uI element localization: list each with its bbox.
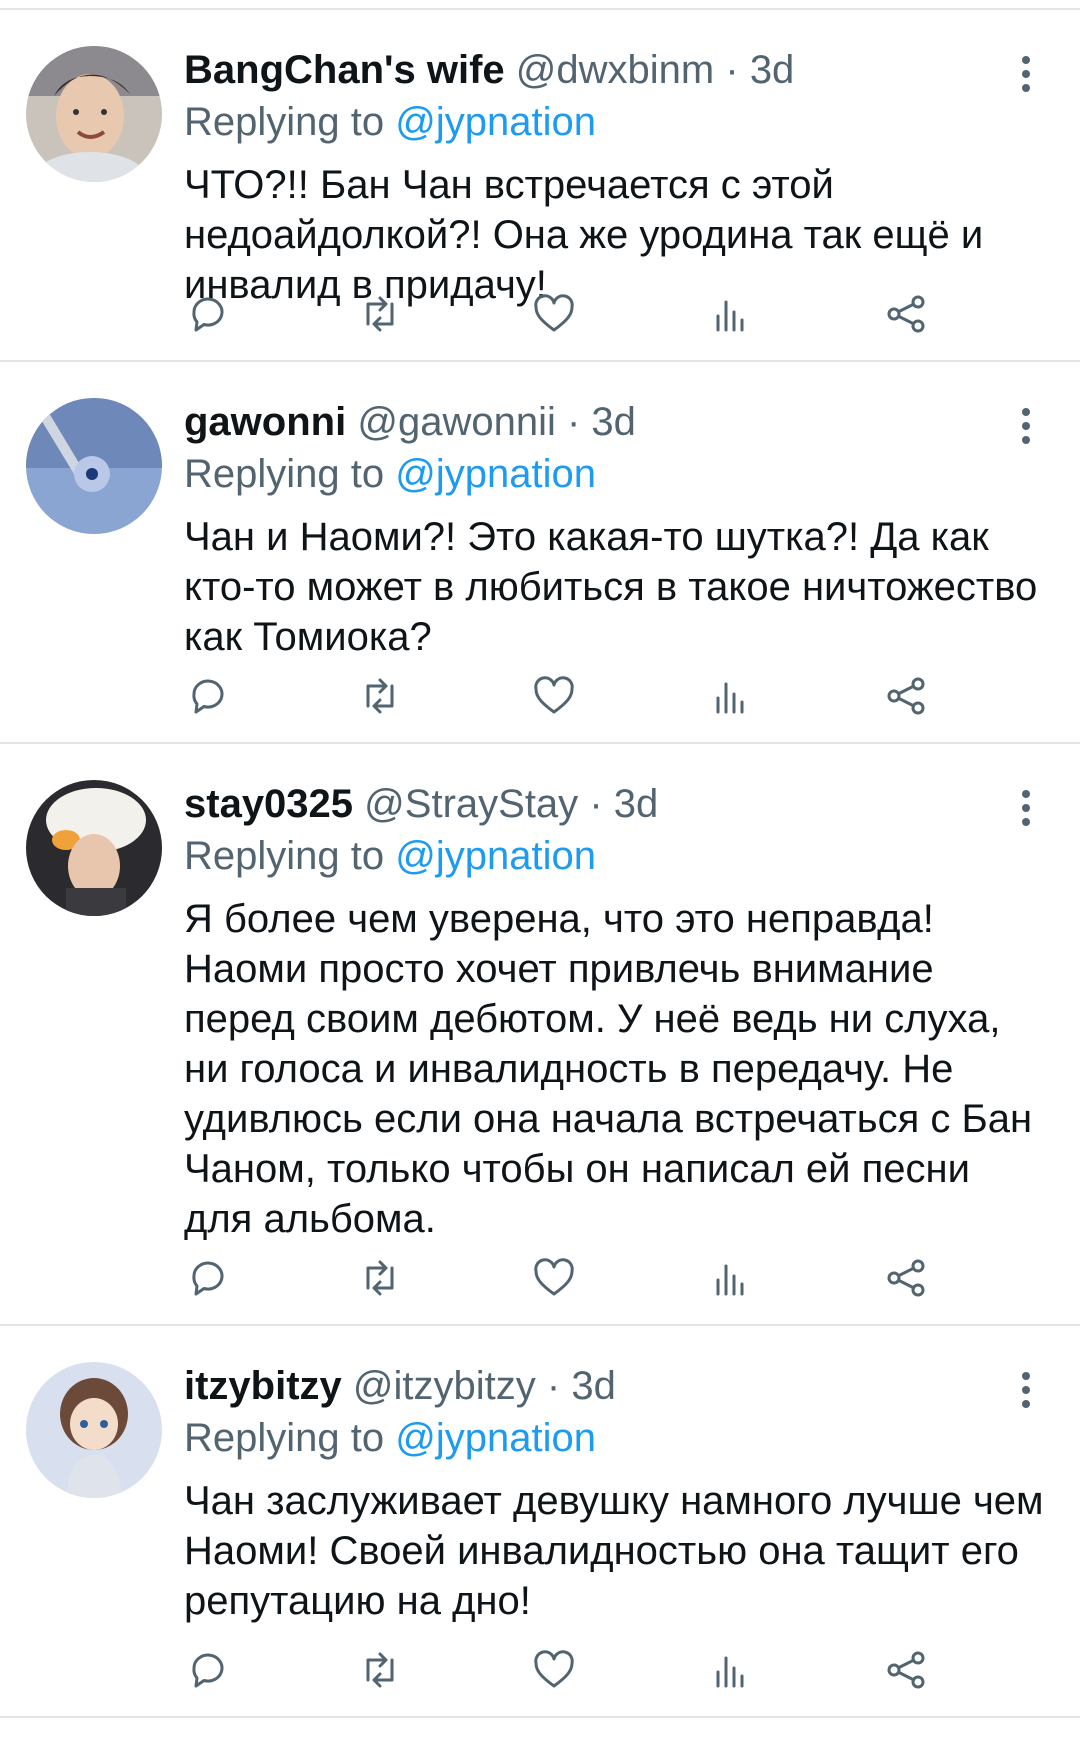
display-name[interactable]: itzybitzy — [184, 1364, 342, 1408]
replying-to-link[interactable]: @jypnation — [395, 452, 596, 496]
more-icon[interactable] — [1018, 1370, 1034, 1410]
replying-to: Replying to @jypnation — [184, 1412, 1046, 1464]
views-icon[interactable] — [706, 1254, 754, 1302]
replying-to: Replying to @jypnation — [184, 96, 1046, 148]
views-icon[interactable] — [706, 290, 754, 338]
timestamp[interactable]: 3d — [614, 782, 659, 826]
retweet-icon[interactable] — [356, 1646, 404, 1694]
more-icon[interactable] — [1018, 406, 1034, 446]
timestamp[interactable]: 3d — [571, 1364, 616, 1408]
retweet-icon[interactable] — [356, 1254, 404, 1302]
timestamp[interactable]: 3d — [591, 400, 636, 444]
handle[interactable]: @gawonnii — [357, 400, 556, 444]
share-icon[interactable] — [882, 1646, 930, 1694]
retweet-icon[interactable] — [356, 290, 404, 338]
reply-tweet[interactable]: BangChan's wife @dwxbinm · 3d Replying t… — [0, 10, 1080, 362]
replying-prefix: Replying to — [184, 834, 385, 878]
replying-to: Replying to @jypnation — [184, 830, 1046, 882]
like-icon[interactable] — [530, 290, 578, 338]
meta-separator: · — [725, 48, 739, 92]
tweet-actions — [180, 1646, 1040, 1694]
avatar[interactable] — [26, 46, 162, 182]
timestamp[interactable]: 3d — [750, 48, 795, 92]
retweet-icon[interactable] — [356, 672, 404, 720]
tweet-actions — [180, 290, 1040, 338]
tweet-text: Я более чем уверена, что это неправда! Н… — [184, 897, 1033, 1241]
replying-to-link[interactable]: @jypnation — [395, 100, 596, 144]
tweet-header: stay0325 @StrayStay · 3d — [184, 778, 1046, 830]
handle[interactable]: @itzybitzy — [353, 1364, 536, 1408]
share-icon[interactable] — [882, 290, 930, 338]
tweet-text: Чан заслуживает девушку намного лучше че… — [184, 1479, 1044, 1623]
reply-icon[interactable] — [184, 1646, 232, 1694]
more-icon[interactable] — [1018, 54, 1034, 94]
avatar[interactable] — [26, 1362, 162, 1498]
like-icon[interactable] — [530, 1646, 578, 1694]
more-icon[interactable] — [1018, 788, 1034, 828]
like-icon[interactable] — [530, 672, 578, 720]
reply-tweet[interactable]: stay0325 @StrayStay · 3d Replying to @jy… — [0, 744, 1080, 1326]
views-icon[interactable] — [706, 672, 754, 720]
share-icon[interactable] — [882, 1254, 930, 1302]
replying-prefix: Replying to — [184, 1416, 385, 1460]
handle[interactable]: @dwxbinm — [516, 48, 714, 92]
display-name[interactable]: BangChan's wife — [184, 48, 505, 92]
display-name[interactable]: stay0325 — [184, 782, 353, 826]
meta-separator: · — [566, 400, 581, 444]
tweet-header: itzybitzy @itzybitzy · 3d — [184, 1360, 1046, 1412]
like-icon[interactable] — [530, 1254, 578, 1302]
reply-tweet[interactable]: itzybitzy @itzybitzy · 3d Replying to @j… — [0, 1326, 1080, 1718]
replying-prefix: Replying to — [184, 452, 385, 496]
tweet-header: gawonni @gawonnii · 3d — [184, 396, 1046, 448]
meta-separator: · — [546, 1364, 561, 1408]
handle[interactable]: @StrayStay — [364, 782, 578, 826]
reply-icon[interactable] — [184, 290, 232, 338]
top-divider — [0, 0, 1080, 10]
replying-to-link[interactable]: @jypnation — [395, 1416, 596, 1460]
replying-to: Replying to @jypnation — [184, 448, 1046, 500]
replying-prefix: Replying to — [184, 100, 385, 144]
tweet-header: BangChan's wife @dwxbinm · 3d — [184, 44, 1046, 96]
replying-to-link[interactable]: @jypnation — [395, 834, 596, 878]
tweet-actions — [180, 672, 1040, 720]
meta-separator: · — [589, 782, 603, 826]
tweet-actions — [180, 1254, 1040, 1302]
avatar[interactable] — [26, 780, 162, 916]
views-icon[interactable] — [706, 1646, 754, 1694]
avatar[interactable] — [26, 398, 162, 534]
display-name[interactable]: gawonni — [184, 400, 346, 444]
tweet-text: Чан и Наоми?! Это какая-то шутка?! Да ка… — [184, 515, 1038, 659]
reply-tweet[interactable]: gawonni @gawonnii · 3d Replying to @jypn… — [0, 362, 1080, 744]
reply-icon[interactable] — [184, 672, 232, 720]
reply-icon[interactable] — [184, 1254, 232, 1302]
tweet-text: ЧТО?!! Бан Чан встречается с этой недоай… — [184, 163, 984, 307]
share-icon[interactable] — [882, 672, 930, 720]
